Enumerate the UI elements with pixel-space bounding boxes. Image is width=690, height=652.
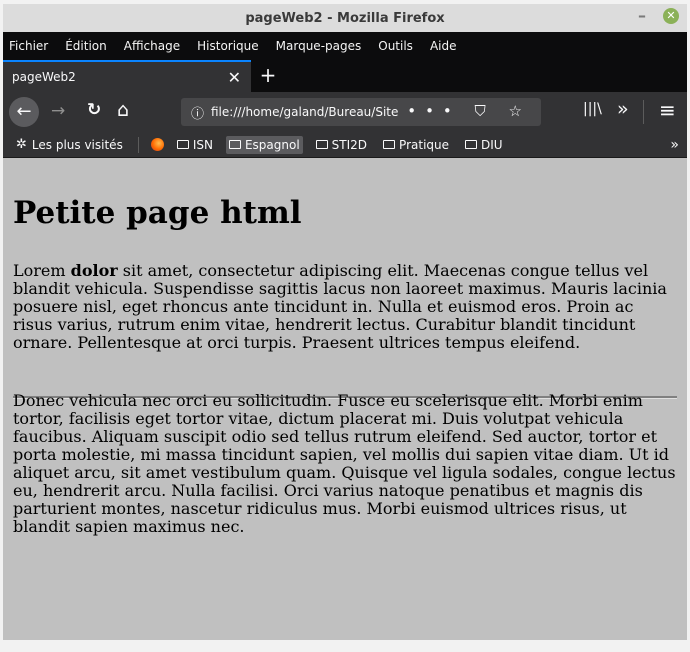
menu-outils[interactable]: Outils — [378, 39, 413, 53]
site-info-icon[interactable]: ⓘ — [191, 103, 204, 122]
bookmark-folder-isn[interactable]: ISN — [174, 136, 216, 154]
hamburger-menu-icon[interactable]: ≡ — [659, 98, 676, 122]
firefox-logo-icon[interactable] — [150, 138, 164, 151]
bookmark-label: DIU — [481, 137, 503, 152]
folder-icon — [315, 140, 328, 149]
browser-window: pageWeb2 - Mozilla Firefox – ✕ Fichier É… — [3, 4, 687, 640]
folder-icon — [228, 140, 241, 149]
paragraph-1-bold: dolor — [70, 261, 118, 280]
bookmark-folder-espagnol[interactable]: Espagnol — [225, 135, 303, 154]
minimize-icon[interactable]: – — [635, 8, 649, 24]
menu-fichier[interactable]: Fichier — [9, 39, 48, 53]
menu-edition[interactable]: Édition — [65, 39, 107, 53]
bookmark-folder-pratique[interactable]: Pratique — [380, 136, 452, 154]
bookmarks-overflow-icon[interactable]: » — [670, 137, 679, 153]
bookmark-folder-diu[interactable]: DIU — [462, 136, 506, 154]
url-bar[interactable]: ⓘ file:///home/galand/Bureau/Site S ••• … — [181, 98, 541, 126]
back-icon[interactable]: ← — [9, 97, 39, 127]
library-icon[interactable]: |||\ — [583, 101, 602, 117]
bookmark-label: STI2D — [331, 137, 368, 152]
title-bar: pageWeb2 - Mozilla Firefox – ✕ — [3, 4, 687, 32]
paragraph-1-start: Lorem — [13, 261, 71, 280]
window-title: pageWeb2 - Mozilla Firefox — [245, 10, 445, 26]
menu-marque-pages[interactable]: Marque-pages — [276, 39, 362, 53]
toolbar-divider — [643, 100, 644, 124]
bookmark-label: Espagnol — [244, 137, 300, 152]
tab-title: pageWeb2 — [12, 70, 76, 84]
close-window-icon[interactable]: ✕ — [663, 8, 679, 24]
folder-icon — [176, 140, 189, 149]
home-icon[interactable]: ⌂ — [117, 99, 129, 121]
folder-icon — [383, 140, 396, 149]
bookmark-label: Pratique — [399, 137, 450, 152]
tab-pageweb2[interactable]: pageWeb2 ✕ — [3, 60, 251, 92]
menu-aide[interactable]: Aide — [430, 39, 457, 53]
new-tab-icon[interactable]: + — [255, 63, 281, 87]
navigation-toolbar: ← → ↻ ⌂ ⓘ file:///home/galand/Bureau/Sit… — [3, 92, 687, 132]
tab-strip: pageWeb2 ✕ + — [3, 60, 687, 92]
bookmark-folder-sti2d[interactable]: STI2D — [313, 136, 370, 154]
paragraph-1: Lorem dolor sit amet, consectetur adipis… — [13, 262, 677, 352]
bookmark-label: Les plus visités — [31, 137, 123, 152]
paragraph-2: Donec vehicula nec orci eu sollicitudin.… — [13, 391, 676, 536]
menu-historique[interactable]: Historique — [197, 39, 259, 53]
gear-icon: ✲ — [16, 137, 27, 152]
reload-icon[interactable]: ↻ — [87, 100, 101, 120]
url-text[interactable]: file:///home/galand/Bureau/Site S — [211, 105, 401, 119]
bookmark-most-visited[interactable]: ✲ Les plus visités — [13, 135, 126, 154]
page-content: Petite page html Lorem dolor sit amet, c… — [3, 158, 687, 640]
bookmarks-toolbar: ✲ Les plus visités ISN Espagnol STI2D Pr… — [3, 132, 687, 158]
menu-affichage[interactable]: Affichage — [124, 39, 180, 53]
folder-icon — [465, 140, 478, 149]
bookmark-label: ISN — [192, 137, 213, 152]
menu-bar: Fichier Édition Affichage Historique Mar… — [3, 32, 687, 60]
overflow-icon[interactable]: » — [617, 98, 629, 120]
bookmark-separator — [137, 136, 139, 153]
tab-close-icon[interactable]: ✕ — [228, 68, 241, 87]
page-heading: Petite page html — [13, 195, 302, 231]
page-actions-icons[interactable]: ••• ⛉ ☆ — [407, 102, 531, 120]
forward-icon[interactable]: → — [51, 101, 65, 121]
